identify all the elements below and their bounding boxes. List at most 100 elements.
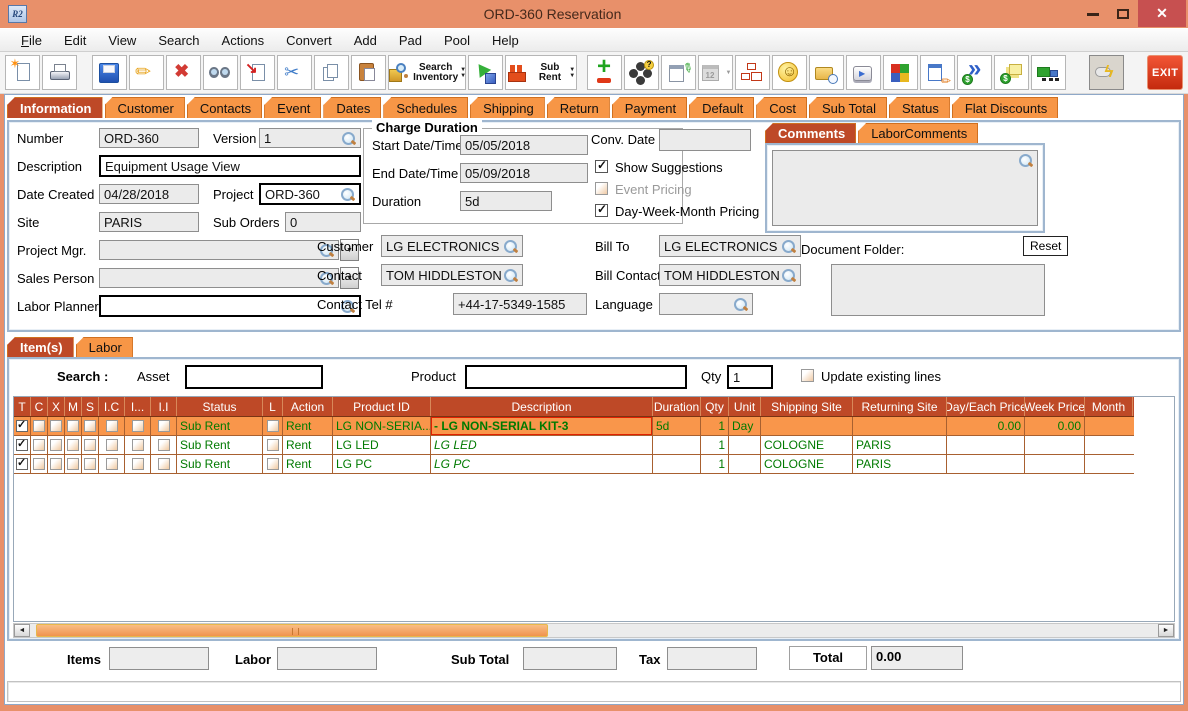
col-returning-site[interactable]: Returning Site — [853, 397, 947, 416]
edit-button[interactable] — [128, 55, 164, 90]
tab-contacts[interactable]: Contacts — [186, 97, 263, 118]
tab-status[interactable]: Status — [888, 97, 950, 118]
col-month[interactable]: Month — [1085, 397, 1133, 416]
end-date-field[interactable]: 05/09/2018 — [460, 163, 588, 183]
save-button[interactable] — [91, 55, 127, 90]
search-inventory-dropdown[interactable]: ▼ ▼ — [459, 67, 467, 79]
row2-checkbox-i2[interactable] — [131, 439, 144, 451]
notes-button[interactable] — [660, 55, 696, 90]
sub-rent-dropdown[interactable]: ▼ ▼ — [568, 67, 576, 79]
tab-cost[interactable]: Cost — [756, 97, 807, 118]
bill-to-field[interactable]: LG ELECTRONICS — [659, 235, 801, 257]
row3-checkbox-x[interactable] — [50, 458, 62, 470]
row2-checkbox-ic[interactable] — [105, 439, 118, 451]
customer-field[interactable]: LG ELECTRONICS — [381, 235, 523, 257]
description-field[interactable]: Equipment Usage View — [99, 155, 361, 177]
col-description[interactable]: Description — [431, 397, 653, 416]
contact-field[interactable]: TOM HIDDLESTON — [381, 264, 523, 286]
search-inventory-button[interactable]: Search Inventory ▼ ▼ — [387, 55, 467, 90]
bill-contact-lookup-icon[interactable] — [781, 268, 796, 283]
row3-checkbox-c[interactable] — [33, 458, 45, 470]
comments-lookup-icon[interactable] — [1018, 153, 1033, 168]
start-date-field[interactable]: 05/05/2018 — [460, 135, 588, 155]
project-mgr-field[interactable] — [99, 240, 339, 260]
blocks-button[interactable] — [882, 55, 918, 90]
tab-customer[interactable]: Customer — [104, 97, 185, 118]
col-week-price[interactable]: Week Price — [1025, 397, 1085, 416]
col-product-id[interactable]: Product ID — [333, 397, 431, 416]
number-field[interactable]: ORD-360 — [99, 128, 199, 148]
update-existing-lines-checkbox[interactable] — [801, 369, 814, 382]
edit-doc-button[interactable] — [919, 55, 955, 90]
close-button[interactable]: ✕ — [1138, 0, 1186, 27]
comments-textarea[interactable] — [772, 150, 1038, 226]
import-button[interactable] — [239, 55, 275, 90]
menu-convert[interactable]: Convert — [277, 31, 341, 50]
bill-to-lookup-icon[interactable] — [781, 239, 796, 254]
col-m[interactable]: M — [65, 397, 82, 416]
tab-shipping[interactable]: Shipping — [470, 97, 545, 118]
row3-checkbox-m[interactable] — [67, 458, 79, 470]
row1-checkbox-t[interactable] — [16, 418, 28, 432]
tab-labor-comments[interactable]: LaborComments — [858, 123, 979, 143]
menu-edit[interactable]: Edit — [55, 31, 95, 50]
col-t[interactable]: T — [14, 397, 31, 416]
col-duration[interactable]: Duration — [653, 397, 701, 416]
minimize-button[interactable] — [1078, 2, 1108, 26]
document-folder-textarea[interactable] — [831, 264, 1045, 316]
contact-tel-field[interactable]: +44-17-5349-1585 — [453, 293, 587, 315]
tab-event[interactable]: Event — [264, 97, 322, 118]
menu-pool[interactable]: Pool — [435, 31, 479, 50]
hotkey-button[interactable] — [845, 55, 881, 90]
date-created-field[interactable]: 04/28/2018 — [99, 184, 199, 204]
row1-checkbox-i2[interactable] — [131, 420, 144, 432]
project-lookup-icon[interactable] — [340, 187, 355, 202]
col-action[interactable]: Action — [283, 397, 333, 416]
row2-checkbox-ii[interactable] — [157, 439, 170, 451]
tab-schedules[interactable]: Schedules — [383, 97, 469, 118]
show-suggestions-checkbox[interactable] — [595, 158, 608, 173]
table-row-3[interactable]: Sub Rent Rent LG PC LG PC 1 COLOGNE PARI… — [14, 455, 1134, 474]
col-s[interactable]: S — [82, 397, 99, 416]
sub-orders-field[interactable]: 0 — [285, 212, 361, 232]
row1-checkbox-ii[interactable] — [157, 420, 170, 432]
scroll-left-arrow[interactable]: ◄ — [14, 624, 30, 637]
smiley-button[interactable] — [771, 55, 807, 90]
copy-button[interactable] — [313, 55, 349, 90]
dwm-pricing-checkbox[interactable] — [595, 202, 608, 217]
col-ii[interactable]: I.I — [151, 397, 177, 416]
row1-checkbox-s[interactable] — [84, 420, 96, 432]
menu-search[interactable]: Search — [149, 31, 208, 50]
tab-labor[interactable]: Labor — [75, 337, 133, 357]
pool-button[interactable] — [623, 55, 659, 90]
menu-actions[interactable]: Actions — [213, 31, 274, 50]
row1-checkbox-l[interactable] — [266, 420, 279, 432]
row1-checkbox-m[interactable] — [67, 420, 79, 432]
history-button[interactable] — [808, 55, 844, 90]
col-x[interactable]: X — [48, 397, 65, 416]
quick-button[interactable] — [1088, 55, 1124, 90]
row1-checkbox-x[interactable] — [50, 420, 62, 432]
menu-file[interactable]: File — [12, 31, 51, 50]
tab-return[interactable]: Return — [546, 97, 610, 118]
row2-checkbox-s[interactable] — [84, 439, 96, 451]
delivery-button[interactable] — [1030, 55, 1066, 90]
version-field[interactable]: 1 — [259, 128, 361, 148]
tab-information[interactable]: Information — [7, 97, 103, 118]
row1-checkbox-ic[interactable] — [105, 420, 118, 432]
scrollbar-thumb[interactable] — [36, 624, 548, 637]
site-field[interactable]: PARIS — [99, 212, 199, 232]
row2-checkbox-t[interactable] — [16, 437, 28, 451]
cut-button[interactable] — [276, 55, 312, 90]
money-notes-button[interactable] — [993, 55, 1029, 90]
language-field[interactable] — [659, 293, 753, 315]
sub-rent-button[interactable]: Sub Rent ▼ ▼ — [504, 55, 578, 90]
row3-checkbox-ic[interactable] — [105, 458, 118, 470]
structure-button[interactable] — [734, 55, 770, 90]
conv-date-field[interactable] — [659, 129, 751, 151]
project-field[interactable]: ORD-360 — [259, 183, 361, 205]
print-button[interactable] — [42, 55, 77, 90]
col-i2[interactable]: I... — [125, 397, 151, 416]
col-c[interactable]: C — [31, 397, 48, 416]
tab-comments[interactable]: Comments — [765, 123, 857, 143]
